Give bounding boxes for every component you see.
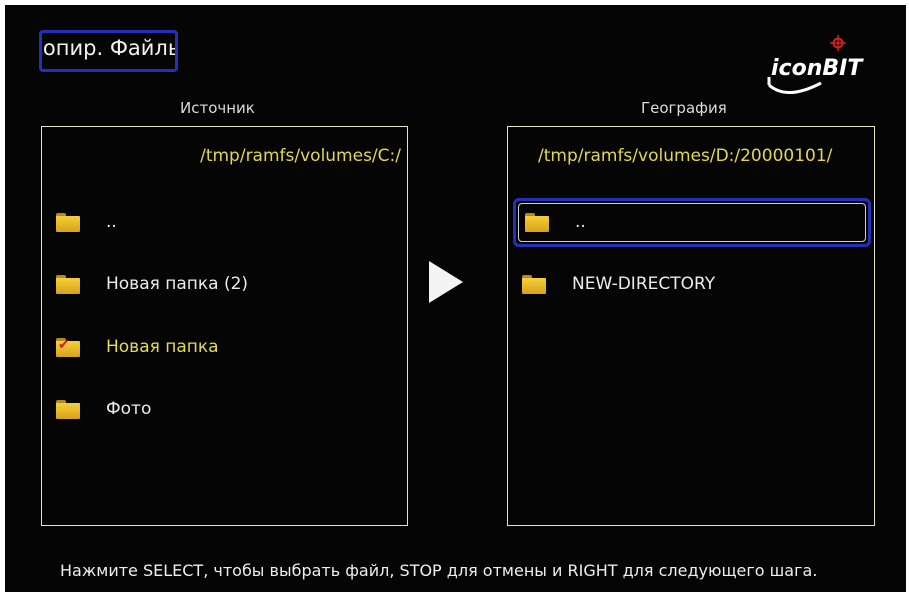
destination-path: /tmp/ramfs/volumes/D:/20000101/ bbox=[538, 146, 833, 166]
folder-icon bbox=[56, 399, 80, 419]
source-item-label: .. bbox=[106, 212, 117, 232]
destination-label: География bbox=[641, 99, 727, 117]
title-box: Копир. Файлы bbox=[39, 30, 178, 72]
destination-pane[interactable]: /tmp/ramfs/volumes/D:/20000101/ NEW-DIRE… bbox=[507, 126, 875, 526]
destination-item-parent[interactable]: .. bbox=[525, 202, 586, 242]
destination-item-new-directory[interactable]: NEW-DIRECTORY bbox=[522, 264, 715, 304]
source-label: Источник bbox=[180, 99, 255, 117]
folder-icon bbox=[56, 212, 80, 232]
destination-item-label: .. bbox=[575, 212, 586, 232]
footer-hint: Нажмите SELECT, чтобы выбрать файл, STOP… bbox=[60, 561, 818, 580]
iconbit-logo: iconBIT bbox=[757, 33, 872, 113]
source-item-new-folder[interactable]: ✔ Новая папка bbox=[56, 327, 219, 367]
source-item-label: Новая папка (2) bbox=[106, 274, 249, 294]
source-item-label: Новая папка bbox=[106, 337, 219, 357]
svg-text:iconBIT: iconBIT bbox=[771, 56, 864, 81]
source-item-label: Фото bbox=[106, 399, 152, 419]
tv-screen: Копир. Файлы iconBIT Источник /tmp/ramfs… bbox=[5, 5, 906, 592]
source-item-parent[interactable]: .. bbox=[56, 202, 117, 242]
folder-icon bbox=[525, 212, 549, 232]
source-pane[interactable]: /tmp/ramfs/volumes/C:/ .. Новая папка (2… bbox=[41, 126, 408, 526]
source-item-new-folder-2[interactable]: Новая папка (2) bbox=[56, 264, 248, 304]
focus-highlight[interactable]: .. bbox=[513, 198, 871, 247]
destination-item-label: NEW-DIRECTORY bbox=[572, 274, 716, 294]
source-path: /tmp/ramfs/volumes/C:/ bbox=[200, 146, 401, 166]
folder-checked-icon: ✔ bbox=[56, 337, 80, 357]
source-item-photo[interactable]: Фото bbox=[56, 389, 151, 429]
page-title: Копир. Файлы bbox=[42, 36, 178, 60]
folder-icon bbox=[522, 274, 546, 294]
play-right-arrow-icon bbox=[429, 261, 463, 303]
folder-icon bbox=[56, 274, 80, 294]
